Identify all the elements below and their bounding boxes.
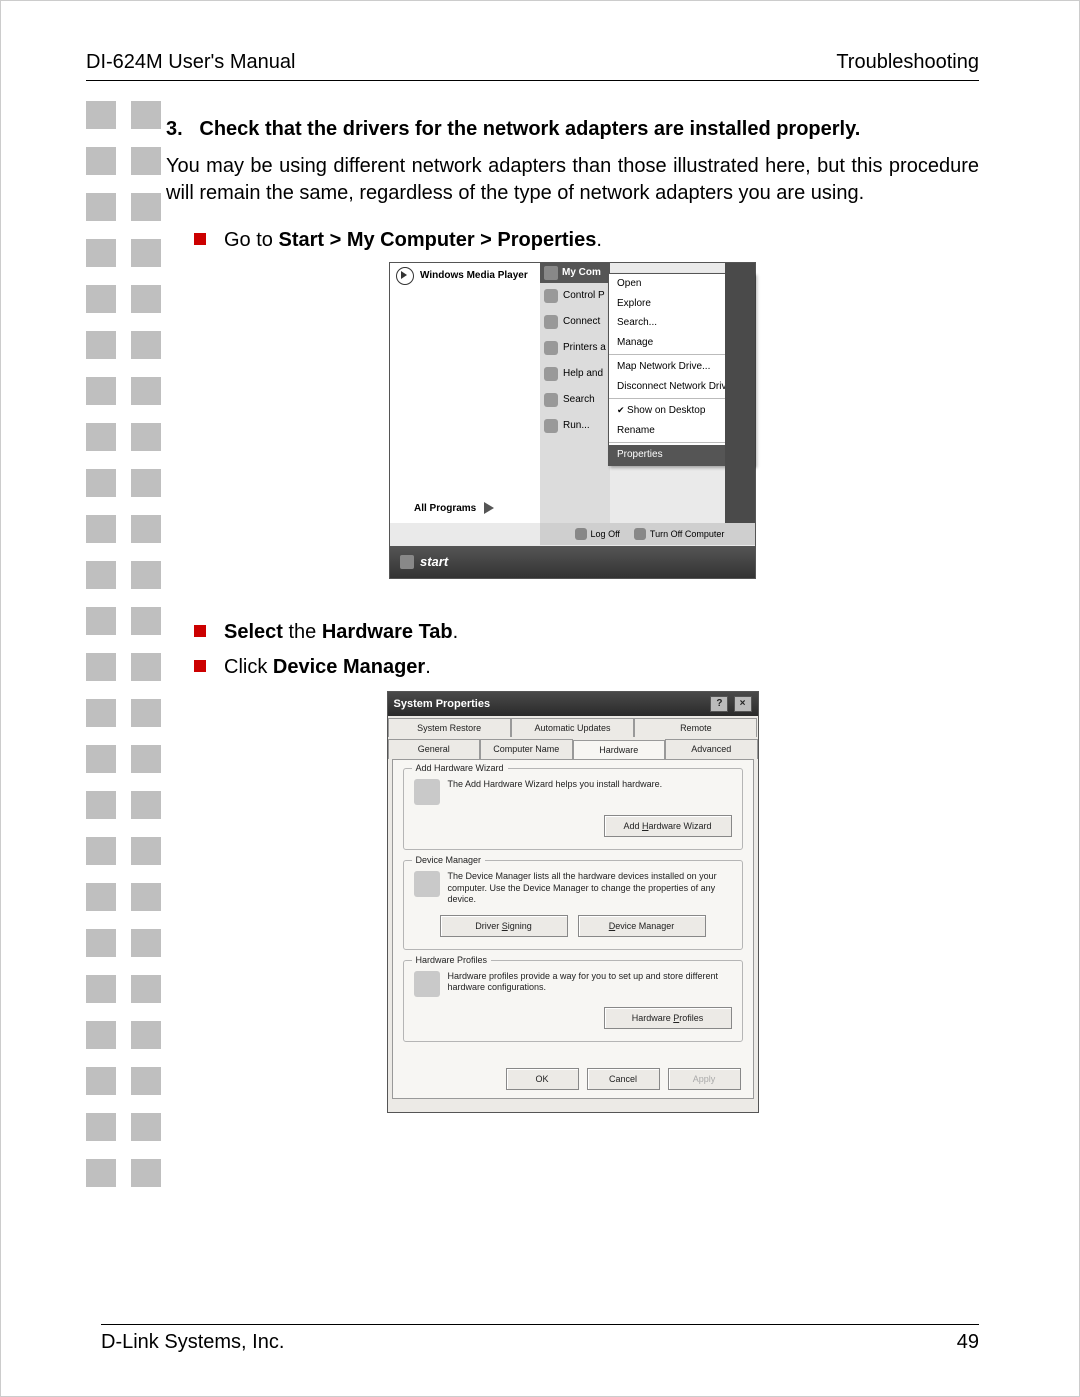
power-icon: [634, 528, 646, 540]
apply-button[interactable]: Apply: [668, 1068, 741, 1090]
logoff-icon: [575, 528, 587, 540]
decorative-squares: [86, 101, 176, 1205]
help-item[interactable]: Help and: [540, 361, 610, 387]
desktop-sliver: [725, 263, 755, 523]
tab-system-restore[interactable]: System Restore: [388, 718, 511, 737]
header-right: Troubleshooting: [836, 51, 979, 74]
group-hardware-profiles: Hardware Profiles Hardware profiles prov…: [403, 960, 743, 1042]
windows-flag-icon: [400, 555, 414, 569]
printers-item[interactable]: Printers a: [540, 335, 610, 361]
printer-icon: [544, 341, 558, 355]
help-icon: [544, 367, 558, 381]
tab-hardware[interactable]: Hardware: [573, 740, 666, 760]
footer-company: D-Link Systems, Inc.: [101, 1331, 284, 1354]
hardware-profiles-icon: [414, 971, 440, 997]
tab-remote[interactable]: Remote: [634, 718, 757, 737]
start-button[interactable]: start: [420, 553, 448, 571]
start-menu-right-pane: My Com Control P Connect Printers a Help…: [540, 263, 610, 523]
chevron-right-icon: [484, 502, 494, 514]
network-icon: [544, 315, 558, 329]
help-button-icon[interactable]: ?: [710, 696, 728, 712]
driver-signing-button[interactable]: Driver Signing: [440, 915, 568, 937]
footer-page-number: 49: [957, 1331, 979, 1354]
bullet-device-manager: Click Device Manager.: [166, 654, 979, 681]
manual-page: DI-624M User's Manual Troubleshooting 3.…: [0, 0, 1080, 1397]
group-device-manager: Device Manager The Device Manager lists …: [403, 860, 743, 950]
cancel-button[interactable]: Cancel: [587, 1068, 660, 1090]
my-computer-item[interactable]: My Com: [540, 263, 610, 283]
run-icon: [544, 419, 558, 433]
control-panel-item[interactable]: Control P: [540, 283, 610, 309]
tab-automatic-updates[interactable]: Automatic Updates: [511, 718, 634, 737]
hardware-wizard-icon: [414, 779, 440, 805]
all-programs[interactable]: All Programs: [414, 502, 494, 516]
bullet-icon: [194, 660, 206, 672]
device-manager-button[interactable]: Device Manager: [578, 915, 706, 937]
device-manager-icon: [414, 871, 440, 897]
search-icon: [544, 393, 558, 407]
dialog-body: Add Hardware Wizard The Add Hardware Wiz…: [392, 759, 754, 1099]
ok-button[interactable]: OK: [506, 1068, 579, 1090]
hardware-profiles-button[interactable]: Hardware Profiles: [604, 1007, 732, 1029]
logoff-button[interactable]: Log Off: [591, 528, 620, 540]
close-icon[interactable]: ×: [734, 696, 752, 712]
step-heading: 3. Check that the drivers for the networ…: [166, 116, 979, 143]
add-hardware-wizard-button[interactable]: Add Hardware Wizard: [604, 815, 732, 837]
wmp-icon: [396, 267, 414, 285]
tab-computer-name[interactable]: Computer Name: [480, 739, 573, 759]
tab-row-top: System Restore Automatic Updates Remote: [388, 716, 758, 737]
turn-off-button[interactable]: Turn Off Computer: [650, 528, 725, 540]
step-paragraph: You may be using different network adapt…: [166, 153, 979, 207]
logoff-bar: Log Off Turn Off Computer: [540, 523, 755, 545]
bullet-icon: [194, 625, 206, 637]
tab-advanced[interactable]: Advanced: [665, 739, 758, 759]
header-left: DI-624M User's Manual: [86, 51, 295, 74]
screenshot-system-properties: System Properties ? × System Restore Aut…: [387, 691, 759, 1113]
search-item[interactable]: Search: [540, 387, 610, 413]
bullet-start-mycomputer: Go to Start > My Computer > Properties.: [166, 227, 979, 254]
start-menu-left-pane: Windows Media Player All Programs: [390, 263, 541, 523]
dialog-title: System Properties: [394, 697, 491, 712]
bullet-icon: [194, 233, 206, 245]
start-menu-item-wmp[interactable]: Windows Media Player: [390, 263, 540, 289]
bullet-hardware-tab: Select the Hardware Tab.: [166, 619, 979, 646]
dialog-buttons: OK Cancel Apply: [506, 1068, 741, 1090]
tab-general[interactable]: General: [388, 739, 481, 759]
control-panel-icon: [544, 289, 558, 303]
dialog-titlebar: System Properties ? ×: [388, 692, 758, 716]
screenshot-start-menu: Windows Media Player All Programs My Com…: [389, 262, 756, 579]
page-footer: D-Link Systems, Inc. 49: [101, 1324, 979, 1354]
computer-icon: [544, 266, 558, 280]
taskbar: start: [390, 546, 755, 578]
run-item[interactable]: Run...: [540, 413, 610, 439]
page-header: DI-624M User's Manual Troubleshooting: [86, 51, 979, 81]
group-add-hardware: Add Hardware Wizard The Add Hardware Wiz…: [403, 768, 743, 850]
tab-row-bottom: General Computer Name Hardware Advanced: [388, 737, 758, 759]
connect-to-item[interactable]: Connect: [540, 309, 610, 335]
